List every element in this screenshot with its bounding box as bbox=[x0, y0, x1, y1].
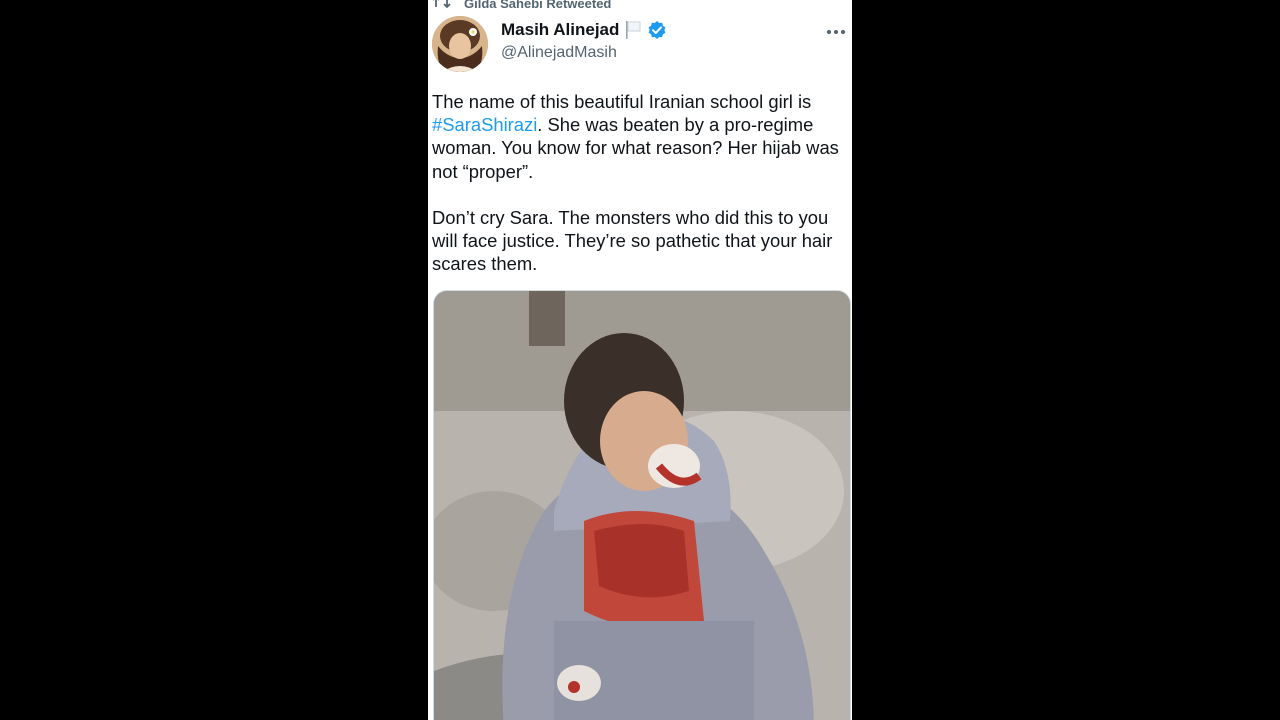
tweet-header: Masih Alinejad @AlinejadMasih bbox=[432, 16, 848, 76]
retweet-context: Gilda Sahebi Retweeted bbox=[428, 0, 852, 12]
author-display-name[interactable]: Masih Alinejad bbox=[501, 20, 619, 40]
tweet-text: The name of this beautiful Iranian schoo… bbox=[432, 90, 844, 275]
tweet-paragraph-1: The name of this beautiful Iranian schoo… bbox=[432, 90, 844, 183]
tweet-text-part: The name of this beautiful Iranian schoo… bbox=[432, 91, 812, 112]
author-handle[interactable]: @AlinejadMasih bbox=[501, 44, 667, 62]
retweeted-by-label[interactable]: Gilda Sahebi Retweeted bbox=[464, 0, 611, 11]
more-options-icon[interactable] bbox=[826, 24, 846, 40]
verified-badge-icon bbox=[647, 20, 667, 40]
avatar[interactable] bbox=[432, 16, 488, 72]
white-flag-icon bbox=[625, 20, 641, 40]
name-row: Masih Alinejad bbox=[501, 20, 667, 40]
retweet-icon bbox=[432, 0, 454, 11]
video-frame: Gilda Sahebi Retweeted Masih Alinejad @A… bbox=[0, 0, 1280, 720]
tweet-photo[interactable] bbox=[433, 290, 851, 720]
tweet-paragraph-2: Don’t cry Sara. The monsters who did thi… bbox=[432, 206, 833, 275]
author-info: Masih Alinejad @AlinejadMasih bbox=[501, 20, 667, 62]
hashtag-link[interactable]: #SaraShirazi bbox=[432, 114, 537, 135]
tweet-card[interactable]: Gilda Sahebi Retweeted Masih Alinejad @A… bbox=[428, 0, 852, 720]
